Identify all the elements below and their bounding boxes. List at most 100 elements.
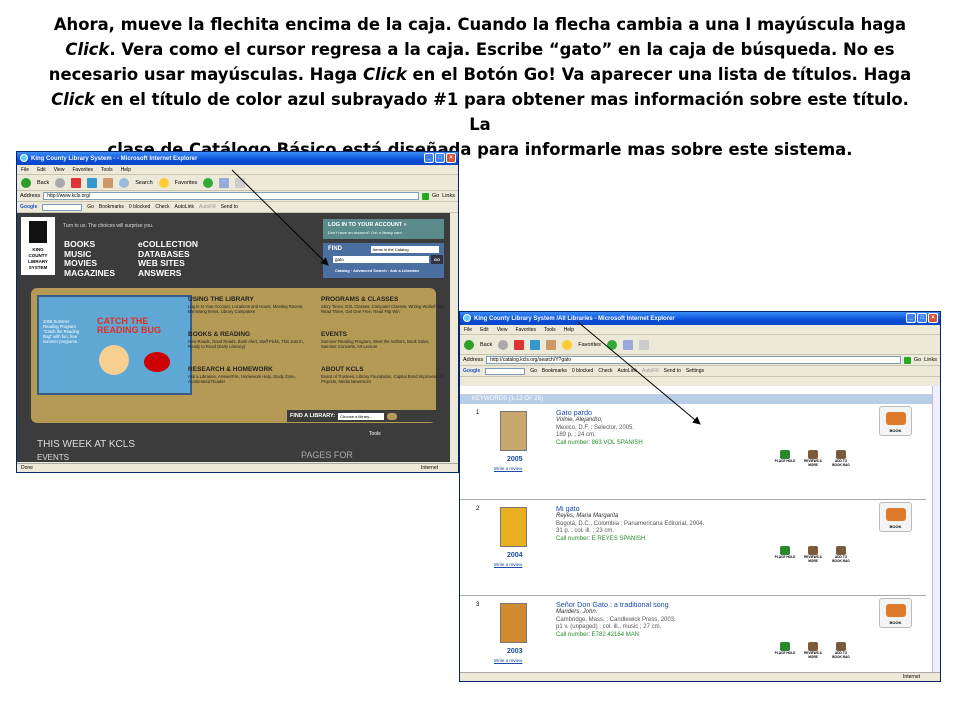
favorites-button[interactable]: Favorites [175,180,198,186]
result-title-link[interactable]: Mi gato [556,504,580,513]
minimize-button[interactable]: _ [906,313,916,323]
close-button[interactable]: × [446,153,456,163]
menu-view[interactable]: View [54,167,65,173]
section-links[interactable]: Log in to Your Account, Locations and Ho… [188,304,313,314]
address-input[interactable]: http://catalog.kcls.org/search/Y?gato [486,356,901,364]
menu-tools[interactable]: Tools [544,327,556,333]
section-title[interactable]: PROGRAMS & CLASSES [321,296,398,303]
history-icon[interactable] [203,177,214,188]
section-programs-classes[interactable]: PROGRAMS & CLASSES Story Times, ESL Class… [321,296,446,314]
go-arrow-icon[interactable] [903,356,911,364]
google-bookmarks[interactable]: Bookmarks [99,204,124,210]
add-to-book-bag-button[interactable]: ADD TO BOOK BAG [830,450,852,468]
refresh-icon[interactable] [87,177,98,188]
section-title[interactable]: USING THE LIBRARY [188,296,254,303]
history-icon[interactable] [606,339,617,350]
catalog-search-input[interactable]: gato [333,256,429,263]
section-title[interactable]: BOOKS & READING [188,331,250,338]
menu-edit[interactable]: Edit [37,167,46,173]
favorites-button[interactable]: Favorites [578,342,601,348]
links-label[interactable]: Links [442,193,455,199]
maximize-button[interactable]: □ [435,153,445,163]
home-icon[interactable] [103,177,114,188]
refresh-icon[interactable] [530,339,541,350]
section-events[interactable]: EVENTS Summer Reading Program, Meet the A… [321,331,446,349]
place-hold-button[interactable]: PLACE HOLD [774,642,796,660]
google-go[interactable]: Go [87,204,94,210]
autofill[interactable]: AutoFill [199,204,216,210]
result-author[interactable]: Volnie, Alejandro, [556,417,643,425]
minimize-button[interactable]: _ [424,153,434,163]
vertical-scrollbar[interactable] [932,386,940,674]
stop-icon[interactable] [514,339,525,350]
catalog-go-button[interactable]: GO [431,255,443,264]
library-select[interactable]: Choose a library... [338,412,385,420]
section-books-reading[interactable]: BOOKS & READING New Reads, Good Reads, Bo… [188,331,313,349]
popup-blocked[interactable]: 0 blocked [572,368,593,374]
login-title[interactable]: LOG IN TO YOUR ACCOUNT » [328,222,407,228]
menu-help[interactable]: Help [564,327,574,333]
reviews-more-button[interactable]: REVIEWS & MORE [802,642,824,660]
menu-file[interactable]: File [21,167,29,173]
result-title-link[interactable]: Señor Don Gato : a traditional song [556,600,669,609]
google-bookmarks[interactable]: Bookmarks [542,368,567,374]
forward-arrow-icon[interactable] [55,177,66,188]
nav-answers[interactable]: ANSWERS [138,268,198,279]
book-cover-image[interactable] [500,603,527,643]
tools-label[interactable]: Tools [369,431,381,437]
section-title[interactable]: RESEARCH & HOMEWORK [188,366,273,373]
google-go[interactable]: Go [530,368,537,374]
forward-arrow-icon[interactable] [498,339,509,350]
find-links[interactable]: Catalog · Advanced Search · Ask a Librar… [335,268,419,273]
favorites-star-icon[interactable] [562,339,573,350]
go-arrow-icon[interactable] [421,192,429,200]
section-about-kcls[interactable]: ABOUT KCLS Board of Trustees, Library Fou… [321,366,446,384]
google-search-input[interactable] [42,203,83,211]
back-button[interactable]: Back [480,342,492,348]
search-button[interactable]: Search [135,180,152,186]
spell-check[interactable]: Check [155,204,169,210]
login-box[interactable]: LOG IN TO YOUR ACCOUNT » Don't have an a… [323,219,444,239]
print-icon[interactable] [235,177,246,188]
reviews-more-button[interactable]: REVIEWS & MORE [802,546,824,564]
section-research-homework[interactable]: RESEARCH & HOMEWORK Ask a Librarian, Answ… [188,366,313,384]
home-icon[interactable] [546,339,557,350]
autofill[interactable]: AutoFill [642,368,659,374]
book-cover-image[interactable] [500,507,527,547]
popup-blocked[interactable]: 0 blocked [129,204,150,210]
result-author[interactable]: Manders, John. [556,609,676,617]
send-to[interactable]: Send to [221,204,238,210]
google-search-input[interactable] [485,367,526,375]
menu-favorites[interactable]: Favorites [515,327,536,333]
write-review-link[interactable]: Write a review [494,466,522,471]
section-title[interactable]: ABOUT KCLS [321,366,364,373]
section-links[interactable]: Story Times, ESL Classes, Computer Class… [321,304,446,314]
nav-magazines[interactable]: MAGAZINES [64,268,115,279]
add-to-book-bag-button[interactable]: ADD TO BOOK BAG [830,546,852,564]
place-hold-button[interactable]: PLACE HOLD [774,450,796,468]
menu-view[interactable]: View [497,327,508,333]
book-cover-image[interactable] [500,411,527,451]
reviews-more-button[interactable]: REVIEWS & MORE [802,450,824,468]
favorites-star-icon[interactable] [158,177,169,188]
spell-check[interactable]: Check [598,368,612,374]
settings[interactable]: Settings [686,368,704,374]
summer-reading-promo[interactable]: 2008 Summer Reading Program "Catch the R… [37,295,192,395]
go-button[interactable]: Go [914,357,921,363]
links-label[interactable]: Links [924,357,937,363]
section-links[interactable]: Ask a Librarian, AnswerFile, Homework He… [188,374,313,384]
section-links[interactable]: Board of Trustees, Library Foundation, C… [321,374,446,384]
autolink[interactable]: AutoLink [618,368,637,374]
close-button[interactable]: × [928,313,938,323]
back-arrow-icon[interactable] [464,339,474,350]
mail-icon[interactable] [219,177,230,188]
result-author[interactable]: Reyes, Maria Margarita [556,513,704,521]
section-title[interactable]: EVENTS [321,331,347,338]
autolink[interactable]: AutoLink [175,204,194,210]
find-scope-select[interactable]: Items in the Catalog [371,246,439,253]
back-button[interactable]: Back [37,180,49,186]
section-links[interactable]: New Reads, Good Reads, Book Alert, Staff… [188,339,313,349]
menu-tools[interactable]: Tools [101,167,113,173]
print-icon[interactable] [638,339,649,350]
login-subtitle[interactable]: Don't have an account? Get a library car… [328,230,439,235]
